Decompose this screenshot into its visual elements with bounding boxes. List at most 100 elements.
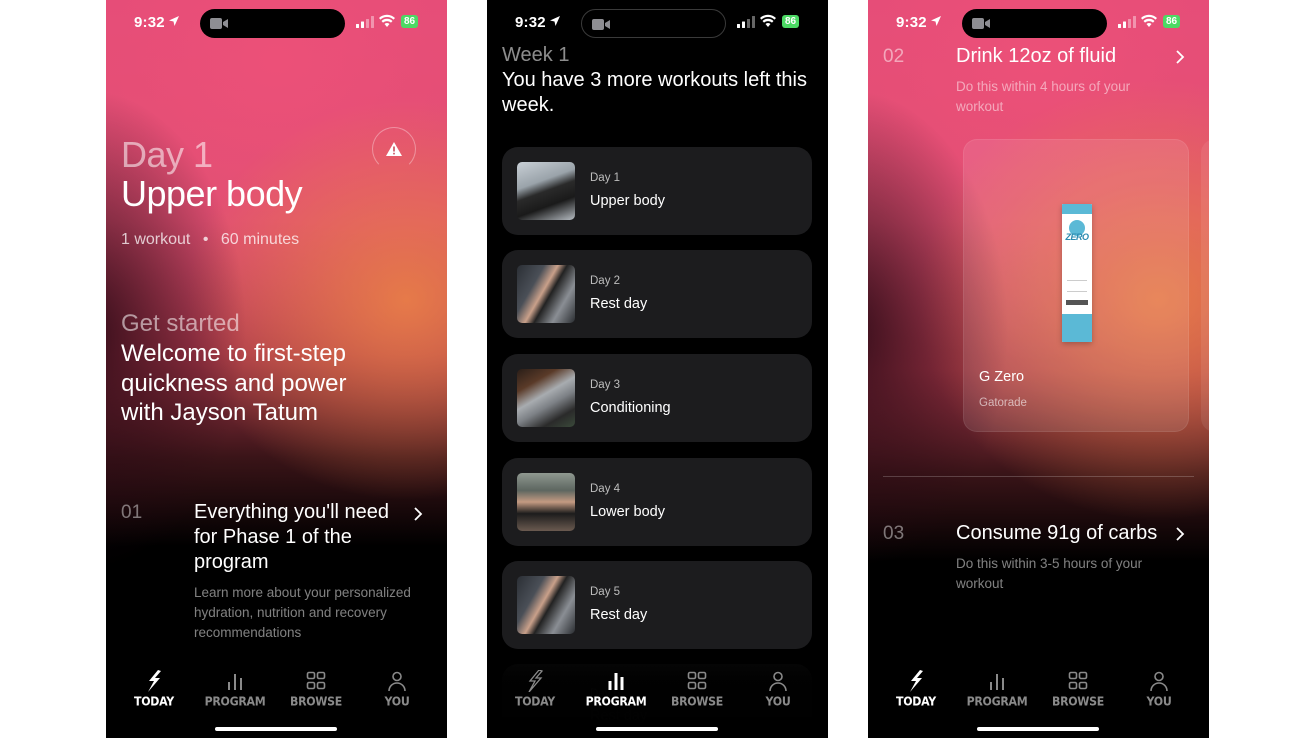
grid-icon [687, 671, 707, 690]
location-arrow-icon [169, 16, 179, 26]
tab-bar: TODAY PROGRAM BROWSE YOU [868, 656, 1209, 738]
tab-you[interactable]: YOU [1124, 670, 1194, 709]
week-label: Week 1 [502, 44, 570, 66]
bolt-icon [148, 670, 161, 692]
bars-icon [990, 674, 1004, 690]
tab-program[interactable]: PROGRAM [581, 670, 651, 709]
step-number: 01 [121, 502, 143, 523]
wifi-icon [760, 14, 776, 27]
day-title: Lower body [590, 504, 665, 520]
video-camera-icon [592, 19, 610, 30]
tab-bar: TODAY PROGRAM BROWSE YOU [487, 656, 828, 738]
cellular-signal-icon [356, 16, 374, 28]
warning-icon [386, 142, 402, 156]
step-number: 02 [883, 46, 905, 67]
tab-label: YOU [1146, 694, 1172, 709]
day-card[interactable]: Day 1 Upper body [502, 147, 812, 235]
dynamic-island [200, 9, 345, 38]
chevron-right-icon [414, 507, 423, 521]
video-camera-icon [210, 18, 228, 29]
get-started-label: Get started [121, 310, 240, 337]
tab-label: BROWSE [290, 694, 342, 709]
tab-browse[interactable]: BROWSE [281, 670, 351, 709]
tab-label: YOU [765, 694, 791, 709]
workout-thumbnail [517, 265, 575, 323]
step-description: Learn more about your personalized hydra… [194, 585, 411, 640]
tab-you[interactable]: YOU [362, 670, 432, 709]
battery-indicator: 86 [1163, 15, 1181, 28]
dynamic-island [581, 9, 726, 38]
tab-today[interactable]: TODAY [881, 670, 951, 709]
phone-today-screen: 9:32 86 Day 1 Upper body 1 workout • 60 … [106, 0, 447, 738]
battery-indicator: 86 [782, 15, 800, 28]
phone-program-screen: 9:32 86 Week 1 You have 3 more workouts … [487, 0, 828, 738]
product-image: ZERO [1062, 204, 1092, 342]
tab-label: PROGRAM [585, 694, 647, 709]
status-bar: 9:32 86 [868, 0, 1209, 46]
welcome-title: Welcome to first-step quickness and powe… [121, 340, 347, 426]
product-name: G Zero [979, 369, 1025, 385]
tab-bar: TODAY PROGRAM BROWSE YOU [106, 656, 447, 738]
product-card[interactable]: ZERO G Zero Gatorade [963, 139, 1189, 432]
packet-label: ZERO [1065, 232, 1089, 242]
day-card[interactable]: Day 4 Lower body [502, 458, 812, 546]
status-time: 9:32 [134, 14, 165, 31]
day-card[interactable]: Day 2 Rest day [502, 250, 812, 338]
workout-title: Upper body [121, 173, 303, 214]
tab-label: TODAY [134, 694, 174, 709]
wifi-icon [379, 14, 395, 27]
bolt-icon [910, 670, 923, 692]
battery-indicator: 86 [401, 15, 419, 28]
step-title: Consume 91g of carbs [956, 522, 1158, 544]
workout-thumbnail [517, 576, 575, 634]
tab-today[interactable]: TODAY [119, 670, 189, 709]
wifi-icon [1141, 14, 1157, 27]
alert-button[interactable] [372, 127, 416, 171]
tab-label: PROGRAM [966, 694, 1028, 709]
day-card[interactable]: Day 5 Rest day [502, 561, 812, 649]
workout-thumbnail [517, 162, 575, 220]
person-icon [1150, 671, 1168, 692]
workout-thumbnail [517, 369, 575, 427]
day-label: Day 3 [590, 379, 621, 391]
workout-meta: 1 workout • 60 minutes [121, 231, 299, 249]
day-label: Day 1 [121, 134, 213, 175]
grid-icon [306, 671, 326, 690]
phone-nutrition-screen: 9:32 86 02 Drink 12oz of fluid Do this w… [868, 0, 1209, 738]
tab-browse[interactable]: BROWSE [1043, 670, 1113, 709]
status-time: 9:32 [896, 14, 927, 31]
tab-program[interactable]: PROGRAM [200, 670, 270, 709]
tab-program[interactable]: PROGRAM [962, 670, 1032, 709]
location-arrow-icon [550, 16, 560, 26]
product-brand: Gatorade [979, 397, 1027, 409]
person-icon [769, 671, 787, 692]
day-label: Day 5 [590, 586, 621, 598]
next-product-card[interactable] [1201, 139, 1209, 432]
day-card[interactable]: Day 3 Conditioning [502, 354, 812, 442]
home-indicator[interactable] [977, 727, 1099, 731]
status-time: 9:32 [515, 14, 546, 31]
tab-label: BROWSE [671, 694, 723, 709]
cellular-signal-icon [737, 16, 755, 28]
grid-icon [1068, 671, 1088, 690]
tab-label: BROWSE [1052, 694, 1104, 709]
tab-browse[interactable]: BROWSE [662, 670, 732, 709]
bolt-icon [528, 670, 544, 692]
tab-today[interactable]: TODAY [500, 670, 570, 709]
step-title: Drink 12oz of fluid [956, 45, 1117, 67]
status-bar: 9:32 86 [106, 0, 447, 46]
chevron-right-icon [1176, 527, 1185, 541]
tab-label: PROGRAM [204, 694, 266, 709]
bars-icon [228, 674, 242, 690]
workout-count: 1 workout [121, 231, 191, 248]
tab-label: TODAY [515, 694, 555, 709]
week-summary: You have 3 more workouts left this week. [502, 69, 807, 116]
video-camera-icon [972, 18, 990, 29]
meta-separator: • [202, 231, 209, 248]
tab-label: YOU [384, 694, 410, 709]
home-indicator[interactable] [215, 727, 337, 731]
tab-you[interactable]: YOU [743, 670, 813, 709]
location-arrow-icon [931, 16, 941, 26]
chevron-right-icon [1176, 50, 1185, 64]
home-indicator[interactable] [596, 727, 718, 731]
